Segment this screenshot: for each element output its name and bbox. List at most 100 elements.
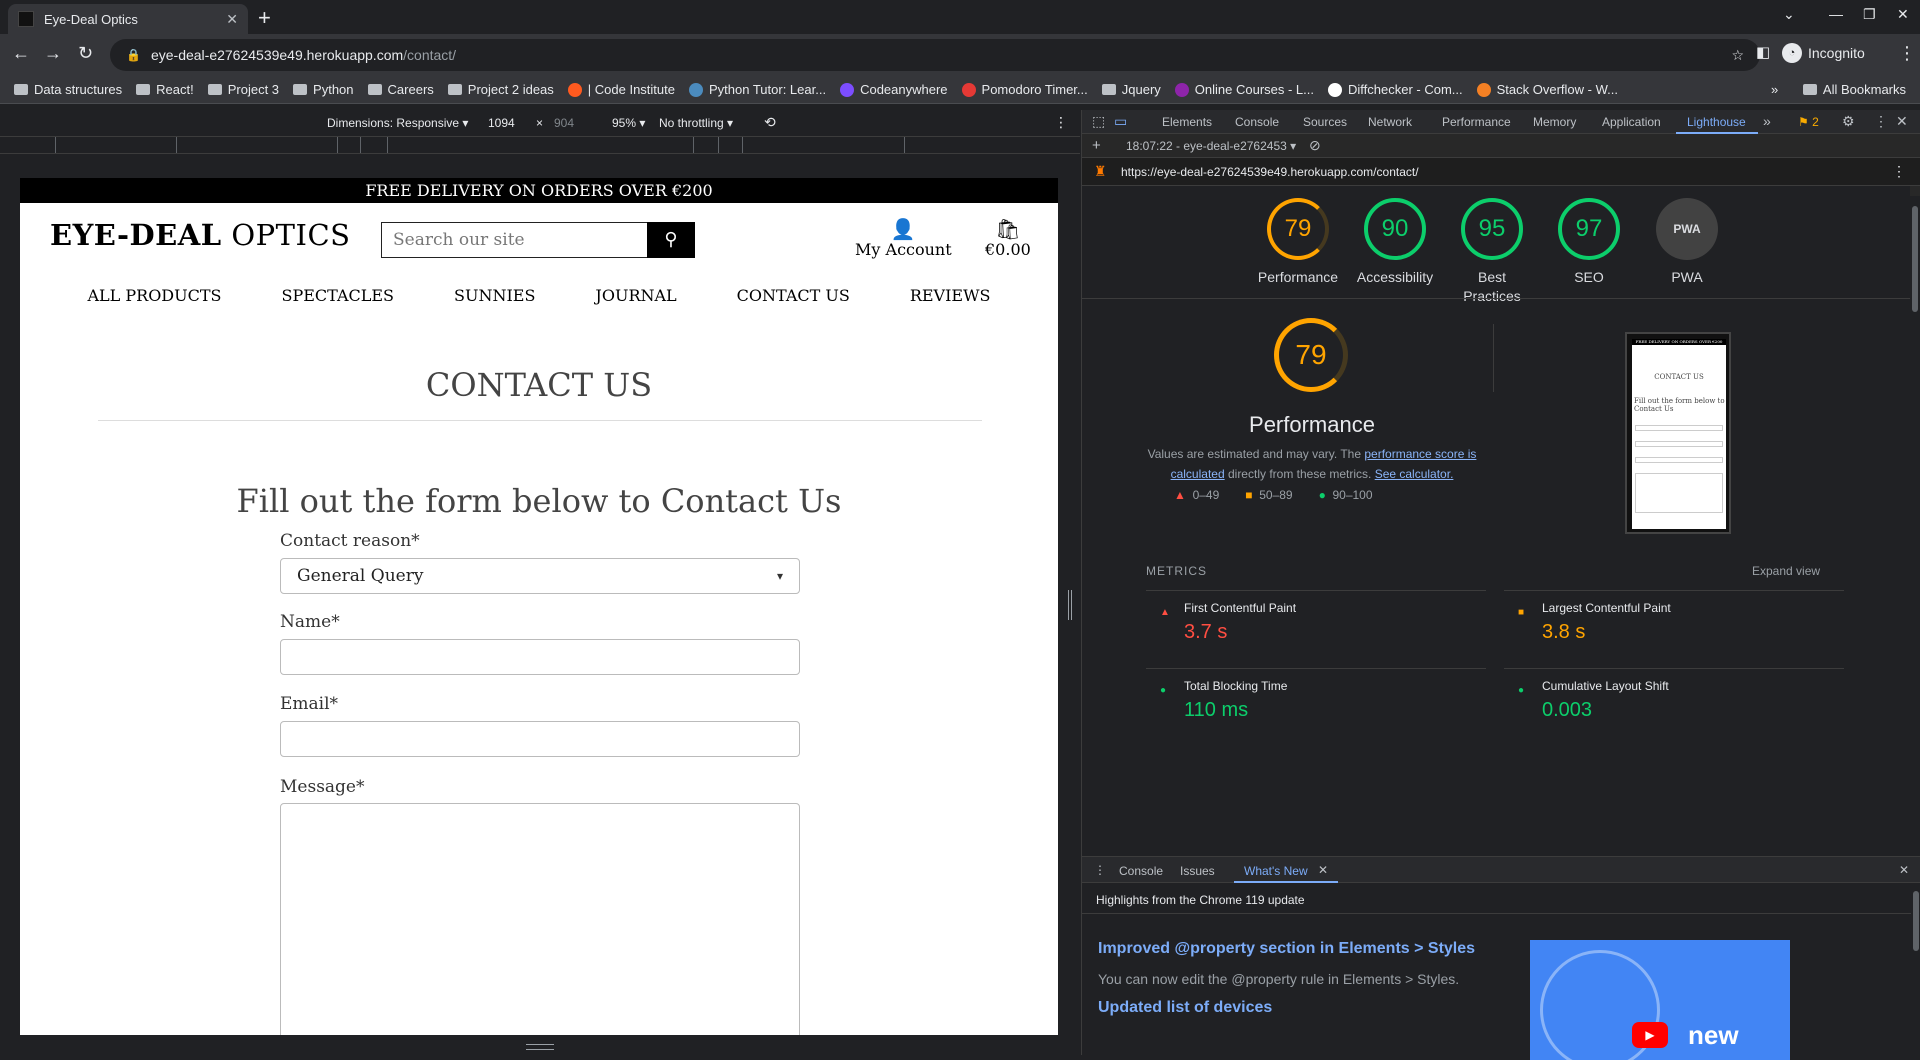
score-pwa[interactable]: PWA PWA [1637,198,1737,287]
close-window-icon[interactable]: ✕ [1897,6,1909,23]
bookmark-item[interactable]: Diffchecker - Com... [1328,82,1463,97]
score-best-practices[interactable]: 95 Best Practices [1442,198,1542,306]
my-account-link[interactable]: 👤 My Account [855,218,952,259]
bookmark-item[interactable]: Python Tutor: Lear... [689,82,826,97]
device-toolbar-menu-icon[interactable]: ⋮ [1054,114,1068,131]
close-tab-icon[interactable]: ✕ [226,11,238,28]
tab-application[interactable]: Application [1602,115,1661,129]
new-tab-button[interactable]: + [258,5,271,31]
rotate-icon[interactable]: ⟲ [764,114,776,131]
score-accessibility[interactable]: 90 Accessibility [1345,198,1445,287]
report-menu-icon[interactable]: ⋮ [1892,163,1906,180]
address-bar[interactable]: 🔒 eye-deal-e27624539e49.herokuapp.com /c… [110,39,1760,71]
scrollbar-thumb[interactable] [1913,891,1919,951]
tab-network[interactable]: Network [1368,115,1412,129]
score-performance[interactable]: 79 Performance [1248,198,1348,287]
devtools-menu-icon[interactable]: ⋮ [1874,113,1888,130]
viewport-resize-handle[interactable] [1068,590,1072,620]
close-whats-new-icon[interactable]: ✕ [1318,863,1328,877]
page-screenshot-thumbnail[interactable]: FREE DELIVERY ON ORDERS OVER €200 CONTAC… [1625,332,1731,534]
drawer-tab-issues[interactable]: Issues [1180,864,1215,878]
whats-new-video-thumbnail[interactable]: ▶ new [1530,940,1790,1060]
search-icon[interactable]: ⚲ [647,222,695,258]
bookmark-item[interactable]: Python [293,82,354,97]
site-logo[interactable]: EYE-DEAL OPTICS [50,218,351,252]
scrollbar-thumb[interactable] [1912,206,1918,312]
name-field[interactable] [280,639,800,675]
width-input[interactable]: 1094 [488,116,515,130]
all-bookmarks-button[interactable]: All Bookmarks [1802,82,1906,97]
shopping-bag-link[interactable]: 🛍 €0.00 [985,218,1031,259]
height-input[interactable]: 904 [554,116,574,130]
bookmark-item[interactable]: Data structures [14,82,122,97]
viewport-bottom-grip[interactable] [526,1044,554,1050]
bookmark-star-icon[interactable]: ☆ [1731,47,1744,64]
minimize-icon[interactable]: — [1829,6,1843,22]
zoom-select[interactable]: 95% ▾ [612,116,645,130]
bookmark-item[interactable]: Stack Overflow - W... [1476,82,1618,97]
side-panel-icon[interactable]: ◧ [1756,43,1770,61]
bookmarks-bar: Data structures React! Project 3 Python Care… [0,76,1920,104]
throttling-select[interactable]: No throttling ▾ [659,116,733,130]
report-select[interactable]: 18:07:22 - eye-deal-e2762453 ▾ [1126,139,1296,153]
bookmark-item[interactable]: React! [136,82,194,97]
restore-icon[interactable]: ❐ [1863,6,1876,23]
report-scrollbar[interactable] [1910,196,1920,856]
browser-tab[interactable]: Eye-Deal Optics ✕ [8,4,248,34]
settings-gear-icon[interactable]: ⚙ [1842,113,1855,130]
nav-spectacles[interactable]: SPECTACLES [282,286,395,305]
close-drawer-icon[interactable]: ✕ [1899,863,1909,877]
contact-reason-select[interactable]: General Query ▾ [280,558,800,594]
tab-performance[interactable]: Performance [1442,115,1511,129]
score-label: SEO [1574,269,1604,285]
nav-all-products[interactable]: ALL PRODUCTS [87,286,221,305]
see-calculator-link[interactable]: See calculator. [1375,467,1454,481]
tab-elements[interactable]: Elements [1162,115,1212,129]
nav-reviews[interactable]: REVIEWS [910,286,991,305]
site-search-input[interactable]: Search our site [381,222,667,258]
issues-badge[interactable]: ⚑ 2 [1798,115,1819,129]
browser-menu-icon[interactable]: ⋮ [1898,43,1916,64]
drawer-menu-icon[interactable]: ⋮ [1094,863,1106,877]
incognito-indicator[interactable]: ◔ Incognito [1782,43,1865,63]
reload-icon[interactable]: ↻ [78,43,93,64]
bookmark-item[interactable]: | Code Institute [567,82,675,97]
bookmark-item[interactable]: Project 3 [207,82,279,97]
bookmark-item[interactable]: Codeanywhere [840,82,948,97]
tab-sources[interactable]: Sources [1303,115,1347,129]
email-field[interactable] [280,721,800,757]
close-devtools-icon[interactable]: ✕ [1896,113,1908,130]
message-field[interactable] [280,803,800,1035]
clear-reports-icon[interactable]: ⊘ [1309,137,1321,154]
nav-journal[interactable]: JOURNAL [595,286,676,305]
nav-sunnies[interactable]: SUNNIES [454,286,535,305]
tab-console[interactable]: Console [1235,115,1279,129]
tab-search-icon[interactable]: ⌄ [1783,6,1795,23]
more-tabs-icon[interactable]: » [1763,113,1771,129]
lock-icon[interactable]: 🔒 [126,48,141,62]
tab-lighthouse[interactable]: Lighthouse [1687,115,1746,129]
bookmark-item[interactable]: Project 2 ideas [447,82,554,97]
whats-new-title-1[interactable]: Improved @property section in Elements >… [1098,940,1475,958]
bag-icon: 🛍 [995,217,1021,241]
bookmark-item[interactable]: Careers [367,82,434,97]
device-mode-icon[interactable]: ▭ [1114,113,1127,130]
expand-view-toggle[interactable]: Expand view [1752,564,1820,578]
whats-new-title-2[interactable]: Updated list of devices [1098,999,1272,1017]
score-seo[interactable]: 97 SEO [1539,198,1639,287]
new-report-icon[interactable]: + [1092,137,1101,154]
drawer-tab-whats-new[interactable]: What's New [1244,864,1308,878]
drawer-scrollbar[interactable] [1911,887,1920,1056]
more-bookmarks-icon[interactable]: » [1771,82,1778,97]
bookmark-item[interactable]: Pomodoro Timer... [961,82,1088,97]
bookmark-item[interactable]: Online Courses - L... [1174,82,1314,97]
tab-memory[interactable]: Memory [1533,115,1576,129]
forward-icon[interactable]: → [44,43,62,64]
dimensions-select[interactable]: Dimensions: Responsive ▾ [327,116,468,130]
inspect-icon[interactable]: ⬚ [1092,113,1105,130]
triangle-icon: ▲ [1174,488,1186,502]
bookmark-item[interactable]: Jquery [1101,82,1161,97]
nav-contact-us[interactable]: CONTACT US [737,286,850,305]
back-icon[interactable]: ← [12,43,30,64]
drawer-tab-console[interactable]: Console [1119,864,1163,878]
